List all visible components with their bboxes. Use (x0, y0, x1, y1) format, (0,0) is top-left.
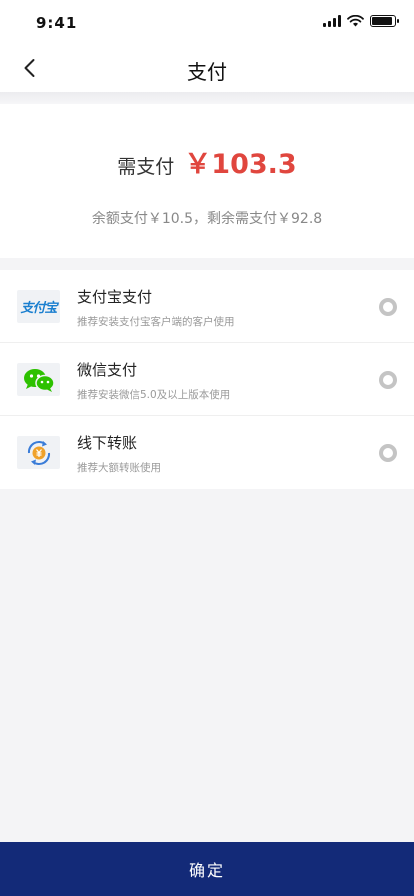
amount-line: 需支付 ￥103.3 (0, 142, 414, 181)
amount-value: ￥103.3 (184, 149, 297, 180)
payment-method-wechat[interactable]: 微信支付 推荐安装微信5.0及以上版本使用 (0, 343, 414, 416)
payment-methods-list: 支付宝 支付宝支付 推荐安装支付宝客户端的客户使用 微信支付 推荐安装微信5.0… (0, 270, 414, 489)
page-title: 支付 (187, 60, 227, 84)
alipay-logo-text: 支付宝 (20, 300, 57, 315)
nav-bar: 支付 (0, 44, 414, 92)
method-title: 微信支付 (77, 361, 138, 379)
method-desc: 推荐安装微信5.0及以上版本使用 (77, 389, 231, 401)
payment-method-offline-transfer[interactable]: 线下转账 推荐大额转账使用 (0, 416, 414, 489)
header-divider (0, 92, 414, 104)
alipay-radio[interactable] (379, 298, 397, 316)
method-desc: 推荐大额转账使用 (77, 462, 161, 474)
cellular-signal-icon (323, 15, 341, 27)
status-bar: 9:41 (0, 0, 414, 44)
wechat-radio[interactable] (379, 371, 397, 389)
alipay-icon: 支付宝 (17, 290, 60, 323)
amount-label: 需支付 (117, 156, 175, 178)
method-title: 支付宝支付 (77, 288, 153, 306)
wifi-icon (347, 15, 364, 27)
header: 9:41 支付 (0, 0, 414, 92)
offline-transfer-radio[interactable] (379, 444, 397, 462)
confirm-button[interactable]: 确定 (0, 842, 414, 896)
status-time: 9:41 (36, 14, 78, 32)
wechat-icon (17, 363, 60, 396)
battery-icon (370, 15, 399, 27)
payment-method-alipay[interactable]: 支付宝 支付宝支付 推荐安装支付宝客户端的客户使用 (0, 270, 414, 343)
status-icons (323, 15, 399, 27)
bank-transfer-icon (17, 436, 60, 469)
method-desc: 推荐安装支付宝客户端的客户使用 (77, 316, 235, 328)
amount-card: 需支付 ￥103.3 余额支付￥10.5，剩余需支付￥92.8 (0, 104, 414, 258)
method-title: 线下转账 (77, 434, 138, 452)
balance-text: 余额支付￥10.5，剩余需支付￥92.8 (91, 211, 323, 227)
